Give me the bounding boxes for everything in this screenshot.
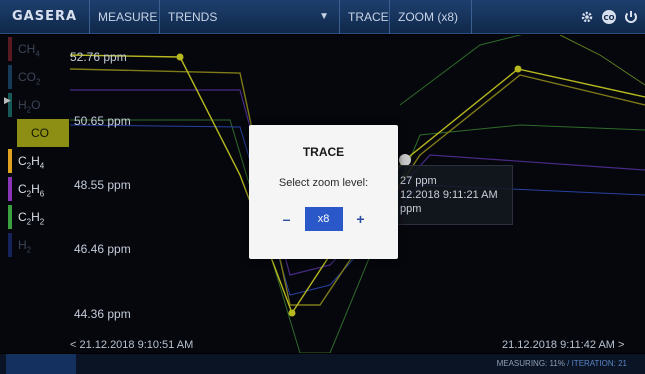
series-line-c2h2-upper <box>399 35 523 106</box>
trace-tooltip: 27 ppm 12.2018 9:11:21 AM ppm <box>395 165 513 225</box>
toolbar-icons: CO <box>579 0 639 34</box>
trace-button[interactable]: TRACE <box>340 0 390 34</box>
gas-label: CO <box>31 126 49 140</box>
measure-tab[interactable]: MEASURE <box>90 0 160 34</box>
measuring-status: MEASURING: 11% / ITERATION: 21 <box>497 359 627 368</box>
tooltip-time: 12.2018 9:11:21 AM <box>400 189 498 201</box>
gas-item-co[interactable]: CO <box>17 119 69 147</box>
gas-label: C2H6 <box>18 182 45 199</box>
selection-arrow-icon: ▶ <box>4 95 11 105</box>
y-label: 46.46 ppm <box>74 242 131 256</box>
tooltip-value: 27 ppm <box>400 175 437 187</box>
x-end-label[interactable]: 21.12.2018 9:11:42 AM > <box>502 339 624 351</box>
trends-label: TRENDS <box>168 10 218 24</box>
svg-text:CO: CO <box>603 14 614 22</box>
dialog-message: Select zoom level: <box>278 177 369 189</box>
measuring-progress: MEASURING: 11% <box>496 359 565 368</box>
co-sensor-icon[interactable]: CO <box>601 9 617 25</box>
top-bar: GASERA MEASURE TRENDS ▼ TRACE ZOOM (x8) … <box>0 0 645 34</box>
app-logo: GASERA <box>0 0 90 34</box>
gas-item-c2h2[interactable]: C2H2 <box>0 203 70 231</box>
gas-item-h2[interactable]: H2 <box>0 231 70 259</box>
zoom-increase-button[interactable]: + <box>355 211 367 227</box>
y-label: 50.65 ppm <box>74 114 131 128</box>
status-bar: MEASURING: 11% / ITERATION: 21 <box>0 354 645 374</box>
data-point <box>176 53 184 61</box>
gas-label: H2 <box>18 238 32 255</box>
trends-dropdown[interactable]: TRENDS ▼ <box>160 0 340 34</box>
zoom-value[interactable]: x8 <box>304 207 343 231</box>
iteration-count: ITERATION: 21 <box>571 359 627 368</box>
gas-list: CH4 CO2 H2O CO C2H4 C2H6 C2H2 H2 <box>0 35 70 259</box>
data-point <box>288 309 296 317</box>
gas-item-co2[interactable]: CO2 <box>0 63 70 91</box>
data-point <box>514 65 522 73</box>
y-label: 48.55 ppm <box>74 178 131 192</box>
gas-item-c2h4[interactable]: C2H4 <box>0 147 70 175</box>
y-label: 52.76 ppm <box>70 50 127 64</box>
chevron-down-icon: ▼ <box>319 11 329 22</box>
gas-label: CO2 <box>18 70 41 87</box>
y-label: 44.36 ppm <box>74 307 131 321</box>
zoom-dialog: TRACE Select zoom level: – x8 + <box>249 125 398 259</box>
gas-item-c2h6[interactable]: C2H6 <box>0 175 70 203</box>
power-icon[interactable] <box>623 9 639 25</box>
timeline-scrollbar[interactable] <box>6 354 76 374</box>
gas-item-ch4[interactable]: CH4 <box>0 35 70 63</box>
dialog-title: TRACE <box>302 145 345 159</box>
gear-icon[interactable] <box>579 9 595 25</box>
x-start-label[interactable]: < 21.12.2018 9:10:51 AM <box>70 339 193 351</box>
gas-label: C2H4 <box>18 154 45 171</box>
zoom-button[interactable]: ZOOM (x8) <box>390 0 472 34</box>
zoom-decrease-button[interactable]: – <box>281 211 293 227</box>
zoom-stepper: – x8 + <box>249 207 398 231</box>
series-line-right <box>559 35 645 86</box>
tooltip-unit: ppm <box>400 203 422 215</box>
gas-label: CH4 <box>18 42 40 59</box>
status-separator: / <box>564 359 572 368</box>
gas-label: C2H2 <box>18 210 45 227</box>
gas-label: H2O <box>18 98 41 115</box>
